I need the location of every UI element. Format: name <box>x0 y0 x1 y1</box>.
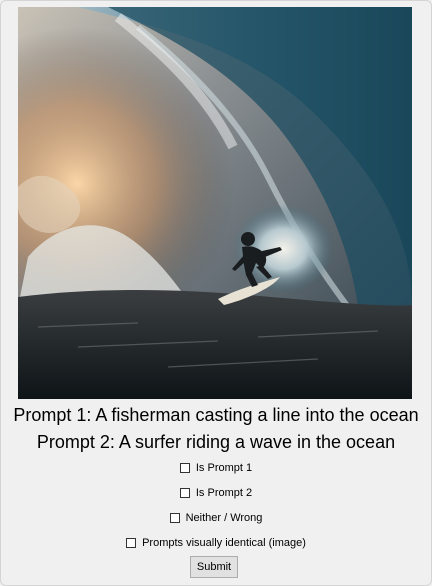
prompts-identical-option[interactable]: Prompts visually identical (image) <box>0 537 432 549</box>
generated-image <box>18 7 412 399</box>
prompt-2-text: Prompt 2: A surfer riding a wave in the … <box>36 432 396 452</box>
is-prompt-1-option[interactable]: Is Prompt 1 <box>0 462 432 474</box>
is-prompt-2-option[interactable]: Is Prompt 2 <box>0 487 432 499</box>
neither-wrong-checkbox[interactable] <box>169 513 180 523</box>
is-prompt-1-label: Is Prompt 1 <box>195 462 253 474</box>
prompts-identical-label: Prompts visually identical (image) <box>142 537 306 549</box>
is-prompt-2-checkbox[interactable] <box>179 488 190 498</box>
is-prompt-1-checkbox[interactable] <box>179 463 190 473</box>
prompt-1-text: Prompt 1: A fisherman casting a line int… <box>13 405 419 425</box>
prompts-identical-checkbox[interactable] <box>126 538 137 548</box>
neither-wrong-label: Neither / Wrong <box>185 512 263 524</box>
neither-wrong-option[interactable]: Neither / Wrong <box>0 512 432 524</box>
is-prompt-2-label: Is Prompt 2 <box>195 487 253 499</box>
submit-button[interactable]: Submit <box>190 556 238 578</box>
